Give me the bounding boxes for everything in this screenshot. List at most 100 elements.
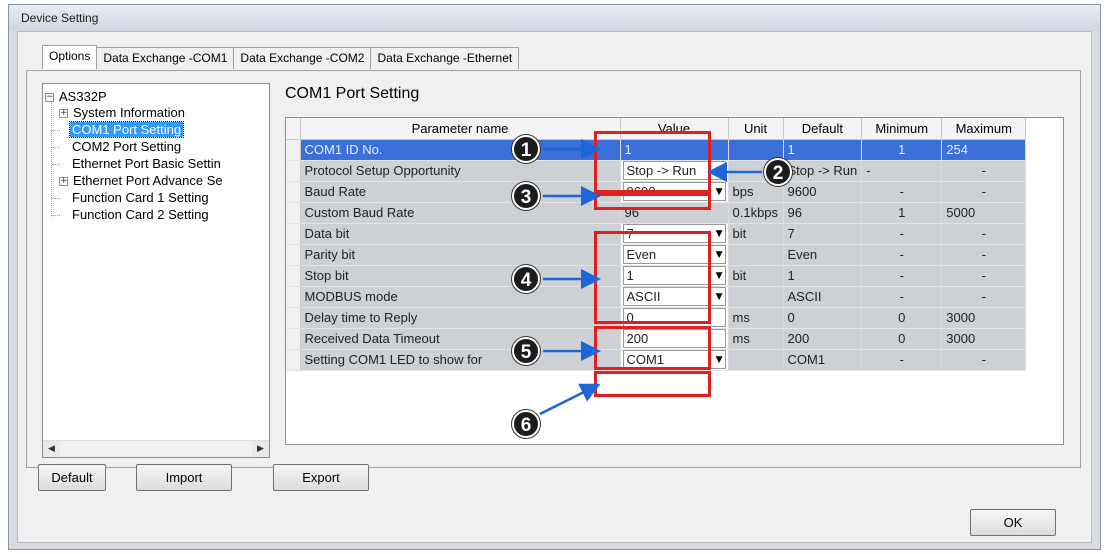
dropdown-arrow-icon[interactable]: ▼ [716,187,723,197]
tree-item-com1-port-setting[interactable]: COM1 Port Setting [68,121,185,138]
param-max: - [941,349,1027,371]
tree-item-com2-port-setting[interactable]: COM2 Port Setting [70,138,183,155]
scroll-left-icon[interactable]: ◀ [43,441,60,457]
callout-marker-2: 2 [764,158,792,186]
ok-button[interactable]: OK [970,509,1056,536]
tab-strip: Options Data Exchange -COM1 Data Exchang… [42,45,520,69]
dropdown-arrow-icon[interactable]: ▼ [716,271,723,281]
col-header-minimum[interactable]: Minimum [861,118,943,140]
param-unit: bit [728,265,784,287]
com1-led-dropdown[interactable]: COM1 ▼ [622,350,726,369]
param-unit [728,139,784,161]
param-min: 1 [861,139,943,161]
device-setting-window: Device Setting Options Data Exchange -CO… [8,4,1101,550]
parameter-grid[interactable]: Parameter name Value Unit Default Minimu… [285,117,1064,445]
param-min: - [861,181,943,203]
table-row[interactable]: Baud Rate 9600 ▼ bps 9600 - - [286,181,1027,203]
param-default: 1 [783,139,863,161]
tree-item-ethernet-port-basic-setting[interactable]: Ethernet Port Basic Settin [70,155,223,172]
settings-tree[interactable]: − AS332P + System Information COM1 Port Se… [42,83,270,458]
col-header-default[interactable]: Default [783,118,863,140]
table-row[interactable]: Parity bit Even ▼ Even - - [286,244,1027,266]
parity-bit-dropdown[interactable]: Even ▼ [622,245,726,264]
param-value: 1 [620,139,729,161]
param-max: - [941,160,1027,182]
param-value: 96 [620,202,729,224]
dropdown-value: Stop -> Run [626,163,697,178]
table-row[interactable]: Setting COM1 LED to show for COM1 ▼ COM1 … [286,349,1027,371]
table-row[interactable]: Custom Baud Rate 96 0.1kbps 96 1 5000 [286,202,1027,224]
row-header [286,181,301,203]
data-bit-dropdown[interactable]: 7 ▼ [622,224,726,243]
callout-marker-4: 4 [512,265,540,293]
dropdown-arrow-icon[interactable]: ▼ [716,229,723,239]
parameter-table: Parameter name Value Unit Default Minimu… [286,118,1027,371]
table-row[interactable]: Stop bit 1 ▼ bit 1 - - [286,265,1027,287]
tree-item-ethernet-port-advance-setting[interactable]: + Ethernet Port Advance Se [59,172,225,189]
delay-time-input[interactable]: 0 [622,308,726,327]
import-button[interactable]: Import [136,464,232,491]
param-min: - [861,265,943,287]
protocol-setup-dropdown[interactable]: Stop -> Run ▼ [622,161,726,180]
table-row[interactable]: Data bit 7 ▼ bit 7 - - [286,223,1027,245]
received-timeout-input[interactable]: 200 [622,329,726,348]
param-default: COM1 [783,349,863,371]
callout-marker-6: 6 [512,410,540,438]
param-default: 200 [783,328,863,350]
tree-item-function-card-1-setting[interactable]: Function Card 1 Setting [70,189,211,206]
row-header [286,160,301,182]
tree-root-as332p[interactable]: − AS332P [45,88,109,105]
tab-data-exchange-com2[interactable]: Data Exchange -COM2 [233,47,372,69]
param-max: - [941,181,1027,203]
param-name: Parity bit [300,244,621,266]
tab-options[interactable]: Options [42,45,98,69]
tree-item-function-card-2-setting[interactable]: Function Card 2 Setting [70,206,211,223]
dropdown-arrow-icon[interactable]: ▼ [716,166,723,176]
param-name: Data bit [300,223,621,245]
param-name: COM1 ID No. [300,139,621,161]
dropdown-value: Even [626,247,657,262]
scroll-right-icon[interactable]: ▶ [252,441,269,457]
stop-bit-dropdown[interactable]: 1 ▼ [622,266,726,285]
param-value-cell: COM1 ▼ [620,349,729,371]
param-default: Even [783,244,863,266]
param-value-cell: Even ▼ [620,244,729,266]
param-value-cell: 9600 ▼ [620,181,729,203]
dropdown-value: 9600 [626,184,656,199]
title-bar: Device Setting [9,5,1100,31]
tab-data-exchange-com1[interactable]: Data Exchange -COM1 [96,47,235,69]
table-row[interactable]: Protocol Setup Opportunity Stop -> Run ▼ … [286,160,1027,182]
dropdown-arrow-icon[interactable]: ▼ [716,292,723,302]
dropdown-value: 7 [626,226,634,241]
tree-item-system-information[interactable]: + System Information [59,104,187,121]
callout-marker-1: 1 [512,135,540,163]
col-header-maximum[interactable]: Maximum [941,118,1027,140]
param-name: Stop bit [300,265,621,287]
table-row[interactable]: MODBUS mode ASCII ▼ ASCII - - [286,286,1027,308]
table-row[interactable]: Delay time to Reply 0 ms 0 0 3000 [286,307,1027,329]
export-button[interactable]: Export [273,464,369,491]
tree-horizontal-scrollbar[interactable]: ◀ ▶ [43,440,269,457]
table-row[interactable]: Received Data Timeout 200 ms 200 0 3000 [286,328,1027,350]
param-max: 3000 [941,328,1027,350]
param-default: 1 [783,265,863,287]
col-header-unit[interactable]: Unit [728,118,784,140]
param-min: 1 [861,202,943,224]
modbus-mode-dropdown[interactable]: ASCII ▼ [622,287,726,306]
param-default: 7 [783,223,863,245]
tab-data-exchange-ethernet[interactable]: Data Exchange -Ethernet [370,47,520,69]
minus-box-icon[interactable]: − [45,93,54,103]
baud-rate-dropdown[interactable]: 9600 ▼ [622,182,726,201]
plus-box-icon[interactable]: + [59,109,68,119]
row-header-corner [286,118,301,140]
param-unit: bit [728,223,784,245]
default-button[interactable]: Default [38,464,106,491]
dropdown-arrow-icon[interactable]: ▼ [716,250,723,260]
row-header [286,223,301,245]
col-header-value[interactable]: Value [620,118,729,140]
section-title: COM1 Port Setting [285,85,420,102]
col-header-parameter-name[interactable]: Parameter name [300,118,621,140]
dropdown-arrow-icon[interactable]: ▼ [716,355,723,365]
table-row[interactable]: COM1 ID No. 1 1 1 254 [286,139,1027,161]
plus-box-icon[interactable]: + [59,177,68,187]
